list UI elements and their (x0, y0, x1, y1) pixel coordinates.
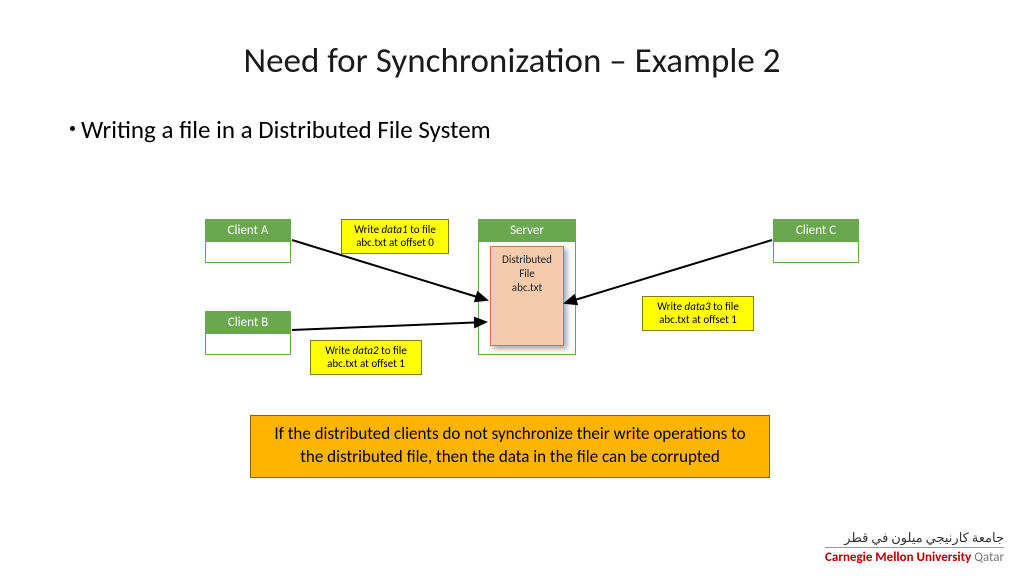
note-data2: Write data2 to file abc.txt at offset 1 (310, 340, 422, 375)
client-b-header: Client B (206, 312, 290, 334)
client-a-body (206, 242, 290, 262)
client-c-header: Client C (774, 220, 858, 242)
client-c-body (774, 242, 858, 262)
server-box: Server Distributed File abc.txt (478, 219, 576, 355)
client-b-box: Client B (205, 311, 291, 355)
bullet-dot (70, 126, 75, 131)
footer-cmu: Carnegie Mellon University Qatar (825, 551, 1004, 564)
warning-callout: If the distributed clients do not synchr… (250, 415, 770, 478)
file-line2: File (519, 267, 535, 280)
footer-rule (825, 547, 1004, 548)
server-header: Server (479, 220, 575, 242)
footer-logo: جامعة كارنيجي ميلون في قطر Carnegie Mell… (825, 532, 1004, 564)
client-b-body (206, 334, 290, 354)
footer-arabic: جامعة كارنيجي ميلون في قطر (825, 532, 1004, 545)
client-a-header: Client A (206, 220, 290, 242)
distributed-file-box: Distributed File abc.txt (490, 246, 564, 346)
arrow-client-b (292, 322, 486, 330)
client-a-box: Client A (205, 219, 291, 263)
arrow-client-c (565, 240, 772, 303)
bullet-text: Writing a file in a Distributed File Sys… (81, 114, 491, 145)
file-line3: abc.txt (512, 281, 542, 294)
slide-title: Need for Synchronization – Example 2 (0, 40, 1024, 82)
file-line1: Distributed (502, 253, 552, 266)
note-data3: Write data3 to file abc.txt at offset 1 (642, 296, 754, 331)
note-data1: Write data1 to file abc.txt at offset 0 (341, 219, 449, 254)
client-c-box: Client C (773, 219, 859, 263)
bullet-line: Writing a file in a Distributed File Sys… (70, 114, 491, 145)
